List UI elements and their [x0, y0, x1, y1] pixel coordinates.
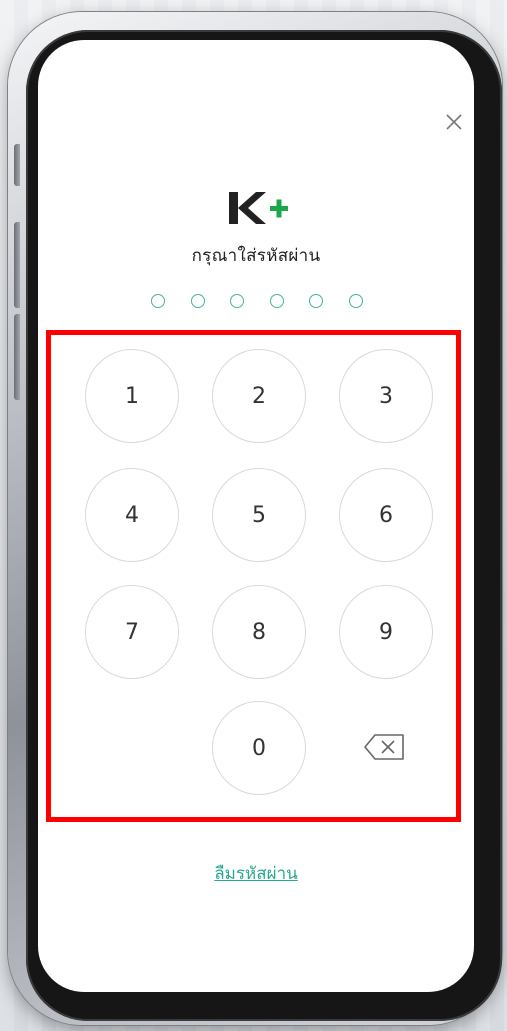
pin-dot — [151, 294, 165, 308]
side-button-mute — [14, 144, 20, 186]
backspace-icon — [364, 734, 404, 760]
pin-indicator — [151, 292, 363, 310]
pin-dot — [269, 294, 284, 308]
key-6[interactable]: 6 — [339, 468, 433, 562]
pin-prompt: กรุณาใส่รหัสผ่าน — [191, 246, 321, 266]
key-1[interactable]: 1 — [85, 349, 179, 443]
key-2[interactable]: 2 — [212, 349, 306, 443]
key-3[interactable]: 3 — [339, 349, 433, 443]
forgot-password-link[interactable]: ลืมรหัสผ่าน — [38, 860, 474, 887]
backspace-button[interactable] — [363, 732, 407, 762]
key-7[interactable]: 7 — [85, 585, 179, 679]
key-0[interactable]: 0 — [212, 701, 306, 795]
side-button-volume-up — [14, 222, 20, 308]
side-button-volume-down — [14, 314, 20, 400]
kplus-logo — [229, 192, 288, 224]
pin-dot — [190, 294, 205, 308]
key-8[interactable]: 8 — [212, 585, 306, 679]
pin-dot — [348, 294, 363, 308]
key-5[interactable]: 5 — [212, 468, 306, 562]
close-button[interactable] — [438, 106, 470, 138]
pin-screen: กรุณาใส่รหัสผ่าน 1 2 3 4 5 6 7 8 9 0 ลืม… — [38, 40, 474, 992]
pin-dot — [230, 294, 245, 308]
pin-dot — [309, 294, 324, 308]
key-9[interactable]: 9 — [339, 585, 433, 679]
key-4[interactable]: 4 — [85, 468, 179, 562]
close-icon — [446, 114, 462, 130]
